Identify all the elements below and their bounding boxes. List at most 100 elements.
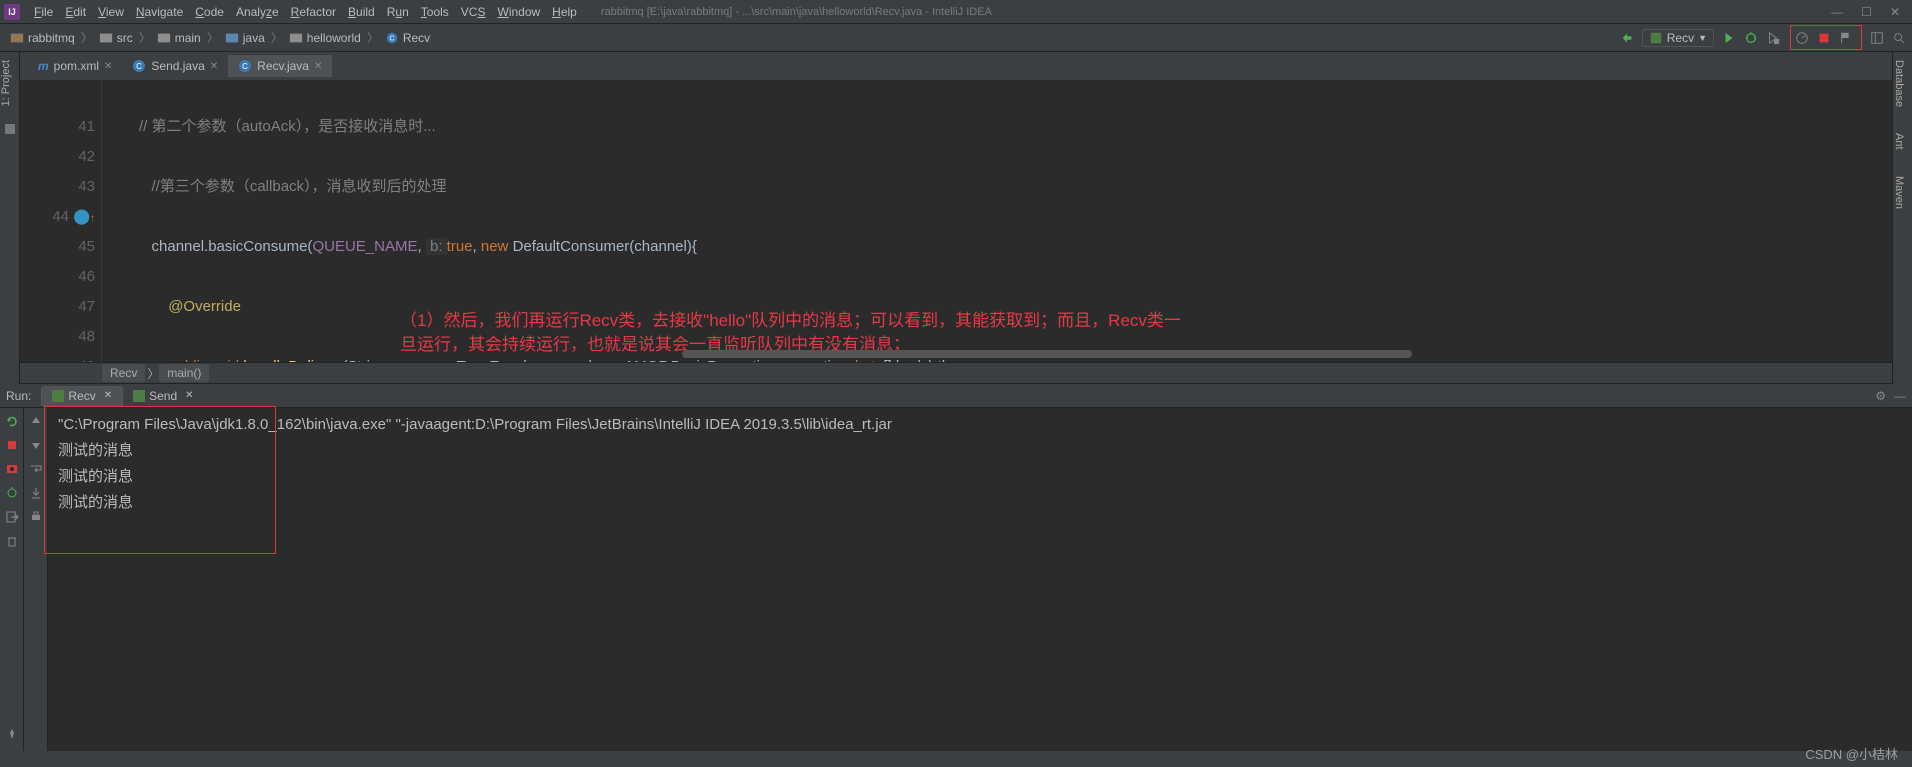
class-icon: C: [132, 59, 146, 73]
menu-navigate[interactable]: Navigate: [130, 5, 189, 19]
chevron-icon: 〉: [207, 29, 219, 46]
close-icon[interactable]: ✕: [1890, 5, 1900, 19]
console-line: 测试的消息: [58, 490, 1902, 516]
crumb-java[interactable]: java: [221, 31, 269, 45]
gutter: 41 42 43 44 ⬤↑ 45 46 47 48 49: [20, 80, 102, 362]
tab-send[interactable]: C Send.java✕: [122, 55, 228, 77]
svg-text:C: C: [137, 62, 143, 71]
pin-icon[interactable]: [5, 727, 19, 741]
menu-analyze[interactable]: Analyze: [230, 5, 285, 19]
menu-run[interactable]: Run: [381, 5, 415, 19]
close-tab-icon[interactable]: ✕: [314, 61, 322, 72]
crumb-file[interactable]: CRecv: [381, 31, 434, 45]
tab-pom[interactable]: m pom.xml✕: [28, 55, 122, 77]
console-line: 测试的消息: [58, 438, 1902, 464]
nav-bar: rabbitmq 〉 src 〉 main 〉 java 〉 helloworl…: [0, 24, 1912, 52]
flag-icon[interactable]: [1839, 31, 1853, 45]
menu-help[interactable]: Help: [546, 5, 583, 19]
stop-icon[interactable]: [5, 438, 19, 452]
tab-recv[interactable]: C Recv.java✕: [228, 55, 332, 77]
project-tool-button[interactable]: 1: Project: [0, 52, 12, 114]
menu-build[interactable]: Build: [342, 5, 381, 19]
crumb-method[interactable]: main(): [159, 364, 209, 382]
trash-icon[interactable]: [5, 534, 19, 548]
run-tab-send[interactable]: Send✕: [123, 387, 203, 405]
class-icon: C: [238, 59, 252, 73]
console-output[interactable]: "C:\Program Files\Java\jdk1.8.0_162\bin\…: [48, 408, 1912, 751]
down-icon[interactable]: [29, 438, 43, 452]
menu-bar: IJ File Edit View Navigate Code Analyze …: [0, 0, 1912, 24]
horizontal-scrollbar[interactable]: [682, 350, 1562, 360]
crumb-pkg[interactable]: helloworld: [285, 31, 365, 45]
crumb-project[interactable]: rabbitmq: [6, 31, 79, 45]
status-bar: [0, 751, 1912, 767]
dump-icon[interactable]: [5, 462, 19, 476]
chevron-icon: 〉: [271, 29, 283, 46]
layout-icon[interactable]: [1870, 31, 1884, 45]
print-icon[interactable]: [29, 510, 43, 524]
stop-icon[interactable]: [1817, 31, 1831, 45]
database-tool-button[interactable]: Database: [1893, 52, 1905, 115]
window-title: rabbitmq [E:\java\rabbitmq] - ...\src\ma…: [601, 6, 992, 18]
crumb-src[interactable]: src: [95, 31, 137, 45]
menu-edit[interactable]: Edit: [59, 5, 92, 19]
run-config-name: Recv: [1667, 31, 1694, 45]
close-tab-icon[interactable]: ✕: [210, 61, 218, 72]
close-runtab-icon[interactable]: ✕: [185, 390, 193, 401]
structure-icon[interactable]: [0, 122, 19, 136]
run-icon[interactable]: [1722, 31, 1736, 45]
console-line: "C:\Program Files\Java\jdk1.8.0_162\bin\…: [58, 412, 1902, 438]
app-icon: [1649, 31, 1663, 45]
menu-file[interactable]: File: [28, 5, 59, 19]
run-config-dropdown[interactable]: Recv ▼: [1642, 29, 1714, 47]
watermark: CSDN @小桔林: [1805, 744, 1898, 763]
run-label: Run:: [6, 389, 31, 403]
maven-tool-button[interactable]: Maven: [1893, 168, 1905, 217]
app-run-icon: [52, 390, 64, 402]
exit-icon[interactable]: [5, 510, 19, 524]
dropdown-icon: ▼: [1698, 33, 1707, 43]
softwrap-icon[interactable]: [29, 462, 43, 476]
profiler-icon[interactable]: [1795, 31, 1809, 45]
close-tab-icon[interactable]: ✕: [104, 61, 112, 72]
scroll-end-icon[interactable]: [29, 486, 43, 500]
chevron-icon: 〉: [81, 29, 93, 46]
override-icon[interactable]: ⬤: [73, 208, 90, 225]
annotation-box: [1790, 25, 1862, 50]
chevron-icon: 〉: [139, 29, 151, 46]
menu-view[interactable]: View: [92, 5, 130, 19]
debug-icon[interactable]: [1744, 31, 1758, 45]
menu-refactor[interactable]: Refactor: [285, 5, 342, 19]
minimize-tool-icon[interactable]: —: [1894, 389, 1906, 403]
ant-tool-button[interactable]: Ant: [1893, 125, 1905, 158]
close-runtab-icon[interactable]: ✕: [104, 390, 112, 401]
minimize-icon[interactable]: —: [1831, 5, 1843, 19]
menu-tools[interactable]: Tools: [415, 5, 455, 19]
crumb-class[interactable]: Recv: [102, 364, 145, 382]
console-toolbar-2: [24, 408, 48, 751]
maximize-icon[interactable]: ☐: [1861, 5, 1872, 19]
code-area[interactable]: // 第二个参数（autoAck），是否接收消息时... //第三个参数（cal…: [102, 80, 1892, 362]
attach-debug-icon[interactable]: [5, 486, 19, 500]
run-console: "C:\Program Files\Java\jdk1.8.0_162\bin\…: [0, 408, 1912, 751]
app-run-icon: [133, 390, 145, 402]
rerun-icon[interactable]: [5, 414, 19, 428]
ij-logo-icon: IJ: [4, 4, 20, 20]
run-tool-header: Run: Recv✕ Send✕ ⚙ —: [0, 384, 1912, 408]
crumb-main[interactable]: main: [153, 31, 205, 45]
run-tab-recv[interactable]: Recv✕: [41, 386, 123, 406]
up-icon[interactable]: [29, 414, 43, 428]
console-toolbar-left: [0, 408, 24, 751]
search-everywhere-icon[interactable]: [1892, 31, 1906, 45]
chevron-icon: 〉: [367, 29, 379, 46]
menu-vcs[interactable]: VCS: [455, 5, 492, 19]
gear-icon[interactable]: ⚙: [1875, 389, 1886, 403]
svg-text:C: C: [242, 62, 248, 71]
menu-code[interactable]: Code: [189, 5, 230, 19]
menu-window[interactable]: Window: [491, 5, 546, 19]
maven-icon: m: [38, 59, 49, 73]
coverage-icon[interactable]: [1766, 31, 1780, 45]
hammer-back-icon[interactable]: [1620, 31, 1634, 45]
console-line: 测试的消息: [58, 464, 1902, 490]
code-editor[interactable]: 41 42 43 44 ⬤↑ 45 46 47 48 49 // 第二个参数（a…: [20, 80, 1892, 362]
